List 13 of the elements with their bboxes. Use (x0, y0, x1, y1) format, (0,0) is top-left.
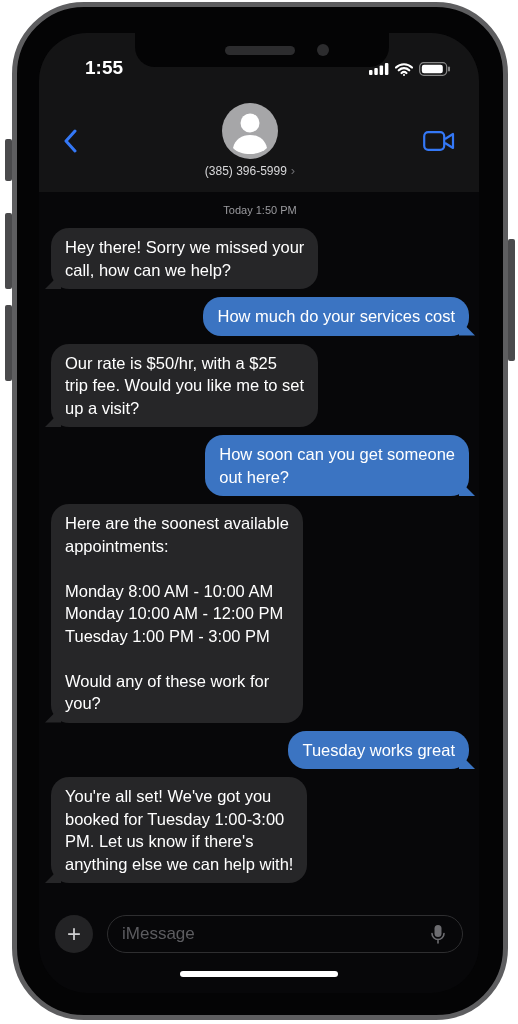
battery-icon (419, 62, 451, 76)
video-camera-icon[interactable] (423, 130, 455, 151)
chevron-icon[interactable]: › (290, 163, 296, 178)
back-icon[interactable] (63, 128, 77, 153)
avatar-icon[interactable] (222, 103, 278, 159)
status-time: 1:55 (85, 57, 124, 79)
message-input-field[interactable]: iMessage (107, 915, 463, 953)
signal-icon (369, 63, 389, 75)
microphone-icon[interactable] (431, 924, 445, 944)
wifi-icon (395, 62, 413, 76)
contact-number[interactable]: (385) 396-5999 (204, 163, 287, 178)
timestamp: Today 1:50 PM (222, 204, 298, 216)
plus-button[interactable]: + (55, 915, 93, 953)
